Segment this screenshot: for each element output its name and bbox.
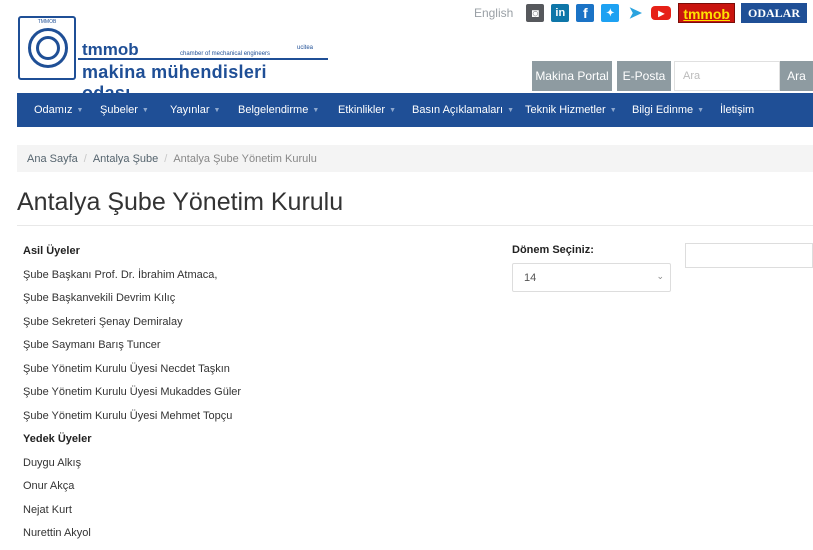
breadcrumb-current: Antalya Şube Yönetim Kurulu [173,152,317,165]
chevron-down-icon: ▼ [141,106,149,114]
nav-item-teknik-hizmetler[interactable]: Teknik Hizmetler ▼ [525,93,617,127]
main-navbar: Odamız ▼ Şubeler ▼ Yayınlar ▼ Belgelendirme… [17,93,813,127]
member-list: Asil Üyeler Şube Başkanı Prof. Dr. İbrahi… [23,240,463,546]
breadcrumb-branch[interactable]: Antalya Şube [93,153,158,165]
odalar-button[interactable]: ODALAR [740,3,807,23]
facebook-icon[interactable]: f [576,4,595,22]
member-item: Nejat Kurt [23,503,72,516]
member-item: Duygu Alkış [23,456,82,469]
member-item: Şube Saymanı Barış Tuncer [23,339,161,351]
member-item: Şube Başkanı Prof. Dr. İbrahim Atmaca, [23,268,218,281]
member-item: Şube Yönetim Kurulu Üyesi Mehmet Topçu [23,409,233,422]
nav-item-iletisim[interactable]: İletişim [720,93,754,127]
search-input[interactable] [674,61,780,91]
telegram-icon[interactable]: ➤ [626,4,644,22]
mmo-logo[interactable]: TMMOB tmmob ucitea chamber of mechanical… [18,16,328,103]
section-heading: Asil Üyeler [23,245,80,257]
logo-cme-text: chamber of mechanical engineers [180,51,271,57]
page-title: Antalya Şube Yönetim Kurulu [17,188,344,216]
member-item: Nurettin Akyol [23,527,91,539]
chevron-down-icon: ⌄ [656,271,664,281]
breadcrumb-home[interactable]: Ana Sayfa [27,153,78,165]
member-item: Şube Yönetim Kurulu Üyesi Necdet Taşkın [23,362,230,375]
logo-seal-icon: TMMOB [18,16,76,80]
nav-item-yayinlar[interactable]: Yayınlar ▼ [170,93,220,127]
chevron-down-icon: ▼ [697,106,705,114]
chevron-down-icon: ▼ [213,106,221,114]
member-item: Şube Sekreteri Şenay Demiralay [23,315,183,328]
breadcrumb: Ana Sayfa / Antalya Şube / Antalya Şube … [17,145,813,172]
chevron-down-icon: ▼ [312,106,320,114]
site-header: TMMOB tmmob ucitea chamber of mechanical… [0,0,813,103]
linkedin-icon[interactable]: in [551,4,570,22]
chevron-down-icon: ▼ [507,106,515,114]
eposta-button[interactable]: E-Posta [617,61,671,91]
logo-seal-caption: TMMOB [37,19,57,25]
period-selected-value: 14 [524,271,537,284]
chevron-down-icon: ▼ [76,106,84,114]
nav-item-belgelendirme[interactable]: Belgelendirme ▼ [238,93,319,127]
nav-item-basin-aciklamalari[interactable]: Basın Açıklamaları ▼ [412,93,514,127]
section-heading: Yedek Üyeler [23,433,92,445]
makina-portal-button[interactable]: Makina Portal [532,61,612,91]
tmmob-badge-link[interactable]: tmmob [678,3,735,23]
period-select[interactable]: 14 ⌄ [512,263,671,292]
nav-item-bilgi-edinme[interactable]: Bilgi Edinme ▼ [632,93,704,127]
youtube-icon[interactable]: ▶ [651,6,672,20]
nav-item-subeler[interactable]: Şubeler ▼ [100,93,149,127]
empty-panel-box [685,243,813,268]
member-item: Şube Yönetim Kurulu Üyesi Mukaddes Güler [23,386,242,398]
member-item: Şube Başkanvekili Devrim Kılıç [23,292,176,304]
top-links: English ◙ in f ✦ ➤ ▶ tmmob ODALAR [474,2,807,24]
logo-tmmob-text: tmmob [82,40,139,59]
period-label: Dönem Seçiniz: [512,244,594,256]
nav-item-etkinlikler[interactable]: Etkinlikler ▼ [338,93,396,127]
nav-item-odamiz[interactable]: Odamız ▼ [34,93,83,127]
search-button[interactable]: Ara [780,61,813,91]
twitter-icon[interactable]: ✦ [601,4,620,22]
member-item: Onur Akça [23,480,75,492]
instagram-icon[interactable]: ◙ [526,4,545,22]
chevron-down-icon: ▼ [389,106,397,114]
english-link[interactable]: English [474,6,513,20]
logo-ucte-text: ucitea [297,45,314,51]
chevron-down-icon: ▼ [609,106,617,114]
